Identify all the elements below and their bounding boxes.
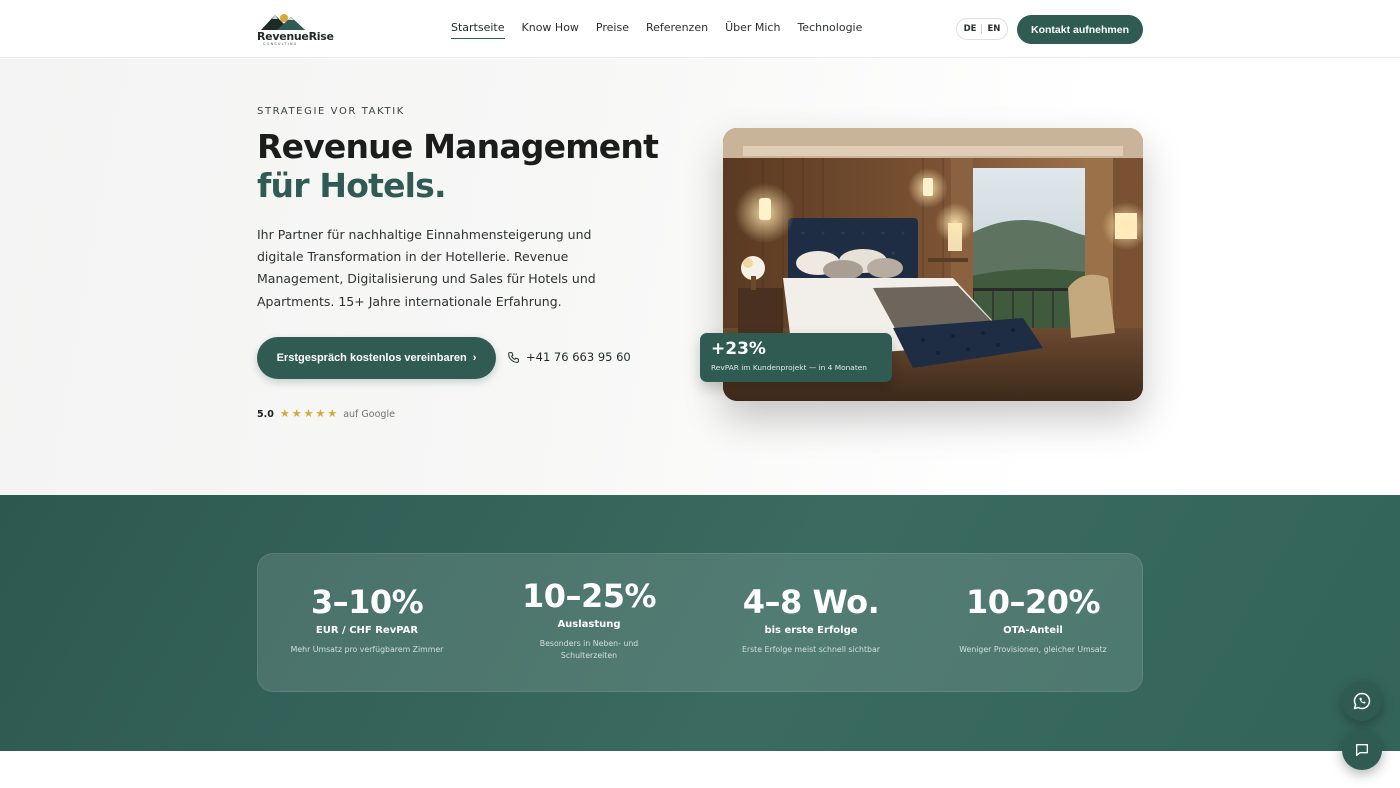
stat-revpar: 3–10% EUR / CHF RevPAR Mehr Umsatz pro v… <box>267 583 467 656</box>
star-icon: ★ <box>303 407 314 420</box>
phone-link[interactable]: +41 76 663 95 60 <box>507 350 631 364</box>
rating-score: 5.0 <box>257 408 274 420</box>
stat-note: Besonders in Neben- und Schulterzeiten <box>539 639 639 660</box>
whatsapp-button[interactable] <box>1342 681 1382 721</box>
chevron-right-icon: › <box>472 352 477 364</box>
stat-label: EUR / CHF RevPAR <box>315 625 419 636</box>
stat-label: OTA-Anteil <box>1003 625 1063 636</box>
chat-icon <box>1356 744 1368 756</box>
book-consultation-label: Erstgespräch kostenlos vereinbaren <box>276 352 467 364</box>
stat-ota: 10–20% OTA-Anteil Weniger Provisionen, g… <box>933 583 1133 656</box>
badge-value: +23% <box>711 339 766 359</box>
hero-title-line1: Revenue Management <box>257 127 659 166</box>
star-icon: ★ <box>315 407 326 420</box>
stat-value: 3–10% <box>310 583 424 621</box>
star-icon: ★ <box>291 407 302 420</box>
stat-label: Auslastung <box>557 619 621 630</box>
main-nav: Startseite Know How Preise Referenzen Üb… <box>451 21 862 39</box>
language-switcher: DE EN <box>956 18 1008 40</box>
google-rating: 5.0 ★ ★ ★ ★ ★ auf Google <box>257 408 395 420</box>
lang-en[interactable]: EN <box>987 24 1000 34</box>
stat-note: Erste Erfolge meist schnell sichtbar <box>741 645 880 654</box>
stat-auslastung: 10–25% Auslastung Besonders in Neben- un… <box>489 577 689 662</box>
star-icon: ★ <box>327 407 338 420</box>
site-header: RevenueRise CONSULTING Startseite Know H… <box>0 0 1400 58</box>
stat-erfolge: 4–8 Wo. bis erste Erfolge Erste Erfolge … <box>711 583 911 656</box>
hero-title-line2: für Hotels. <box>257 166 447 205</box>
phone-icon <box>508 351 519 363</box>
lang-divider <box>981 24 983 34</box>
chat-button[interactable] <box>1342 730 1382 770</box>
contact-button[interactable]: Kontakt aufnehmen <box>1017 15 1143 44</box>
stat-value: 10–20% <box>965 583 1101 621</box>
nav-referenzen[interactable]: Referenzen <box>646 21 708 39</box>
nav-preise[interactable]: Preise <box>596 21 629 39</box>
stat-note: Mehr Umsatz pro verfügbarem Zimmer <box>290 645 444 654</box>
rating-source: auf Google <box>343 408 395 420</box>
nav-ueber-mich[interactable]: Über Mich <box>725 21 780 39</box>
mountain-logo-icon <box>261 14 305 30</box>
book-consultation-button[interactable]: Erstgespräch kostenlos vereinbaren › <box>257 337 496 379</box>
badge-label: RevPAR im Kundenprojekt — in 4 Monaten <box>711 363 867 372</box>
nav-startseite[interactable]: Startseite <box>451 21 505 39</box>
nav-know-how[interactable]: Know How <box>522 21 579 39</box>
nav-technologie[interactable]: Technologie <box>797 21 862 39</box>
brand-subtitle: CONSULTING <box>263 42 298 46</box>
stat-note: Weniger Provisionen, gleicher Umsatz <box>959 645 1107 654</box>
stat-value: 10–25% <box>521 577 657 615</box>
rating-stars: ★ ★ ★ ★ ★ <box>280 408 337 420</box>
stat-label: bis erste Erfolge <box>764 625 858 636</box>
hero-section <box>0 59 1400 495</box>
hero-eyebrow: STRATEGIE VOR TAKTIK <box>257 106 405 117</box>
star-icon: ★ <box>279 407 290 420</box>
whatsapp-icon <box>1353 692 1371 710</box>
brand-logo[interactable]: RevenueRise CONSULTING <box>257 11 334 47</box>
revpar-badge: +23% RevPAR im Kundenprojekt — in 4 Mona… <box>700 333 892 382</box>
phone-number: +41 76 663 95 60 <box>526 350 631 364</box>
lang-de[interactable]: DE <box>964 24 977 34</box>
hero-description: Ihr Partner für nachhaltige Einnahmenste… <box>257 227 596 309</box>
stat-value: 4–8 Wo. <box>742 583 880 621</box>
